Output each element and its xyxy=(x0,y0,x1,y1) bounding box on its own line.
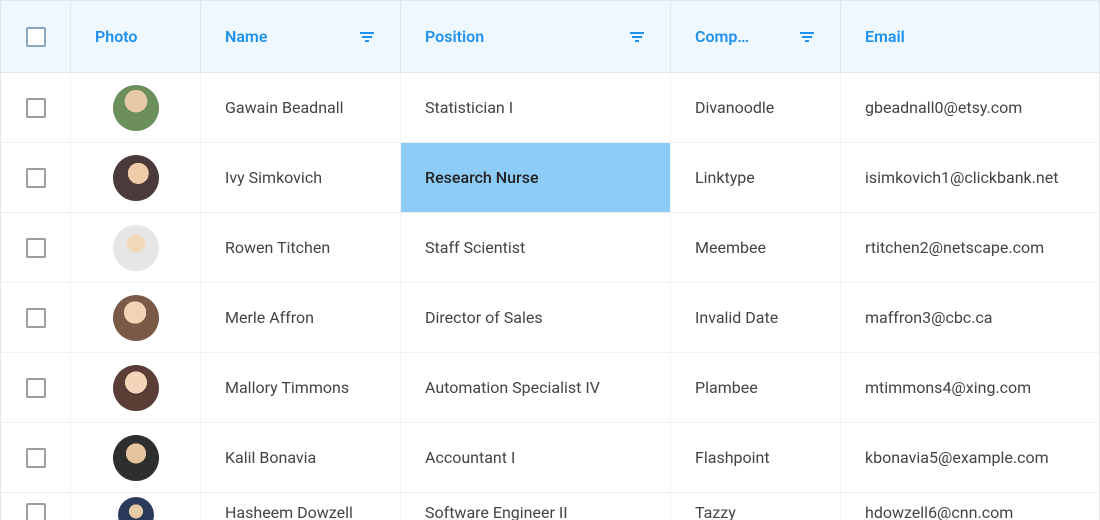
cell-name[interactable]: Kalil Bonavia xyxy=(201,423,401,492)
header-label-company: Comp… xyxy=(695,27,749,46)
header-label-email: Email xyxy=(865,27,905,46)
cell-email[interactable]: isimkovich1@clickbank.net xyxy=(841,143,1099,212)
cell-photo[interactable] xyxy=(71,423,201,492)
cell-photo[interactable] xyxy=(71,213,201,282)
header-position[interactable]: Position xyxy=(401,1,671,72)
row-checkbox[interactable] xyxy=(26,168,46,188)
table-row: Hasheem Dowzell Software Engineer II Taz… xyxy=(1,493,1099,520)
avatar xyxy=(113,435,159,481)
table-row: Ivy Simkovich Research Nurse Linktype is… xyxy=(1,143,1099,213)
cell-photo[interactable] xyxy=(71,283,201,352)
header-name[interactable]: Name xyxy=(201,1,401,72)
header-checkbox-cell xyxy=(1,1,71,72)
cell-photo[interactable] xyxy=(71,353,201,422)
cell-position[interactable]: Research Nurse xyxy=(401,143,671,212)
cell-company[interactable]: Linktype xyxy=(671,143,841,212)
table-row: Rowen Titchen Staff Scientist Meembee rt… xyxy=(1,213,1099,283)
cell-company[interactable]: Tazzy xyxy=(671,493,841,520)
row-checkbox[interactable] xyxy=(26,308,46,328)
row-checkbox-cell xyxy=(1,283,71,352)
table-row: Kalil Bonavia Accountant I Flashpoint kb… xyxy=(1,423,1099,493)
data-grid: Photo Name Position Comp… Email xyxy=(0,0,1100,520)
cell-position[interactable]: Accountant I xyxy=(401,423,671,492)
cell-company[interactable]: Flashpoint xyxy=(671,423,841,492)
cell-position[interactable]: Automation Specialist IV xyxy=(401,353,671,422)
cell-photo[interactable] xyxy=(71,493,201,520)
cell-photo[interactable] xyxy=(71,143,201,212)
cell-photo[interactable] xyxy=(71,73,201,142)
row-checkbox-cell xyxy=(1,73,71,142)
row-checkbox[interactable] xyxy=(26,448,46,468)
cell-name[interactable]: Rowen Titchen xyxy=(201,213,401,282)
header-photo[interactable]: Photo xyxy=(71,1,201,72)
cell-name[interactable]: Ivy Simkovich xyxy=(201,143,401,212)
row-checkbox[interactable] xyxy=(26,98,46,118)
cell-email[interactable]: gbeadnall0@etsy.com xyxy=(841,73,1099,142)
row-checkbox-cell xyxy=(1,423,71,492)
cell-email[interactable]: maffron3@cbc.ca xyxy=(841,283,1099,352)
header-label-photo: Photo xyxy=(95,27,137,46)
avatar xyxy=(113,225,159,271)
avatar xyxy=(113,295,159,341)
table-row: Merle Affron Director of Sales Invalid D… xyxy=(1,283,1099,353)
avatar xyxy=(113,155,159,201)
cell-name[interactable]: Merle Affron xyxy=(201,283,401,352)
row-checkbox-cell xyxy=(1,143,71,212)
cell-name[interactable]: Mallory Timmons xyxy=(201,353,401,422)
row-checkbox[interactable] xyxy=(26,238,46,258)
row-checkbox-cell xyxy=(1,213,71,282)
cell-position[interactable]: Software Engineer II xyxy=(401,493,671,520)
cell-name[interactable]: Gawain Beadnall xyxy=(201,73,401,142)
cell-company[interactable]: Divanoodle xyxy=(671,73,841,142)
header-label-name: Name xyxy=(225,27,267,46)
cell-email[interactable]: hdowzell6@cnn.com xyxy=(841,493,1099,520)
filter-icon[interactable] xyxy=(798,28,816,46)
grid-body: Gawain Beadnall Statistician I Divanoodl… xyxy=(1,73,1099,520)
select-all-checkbox[interactable] xyxy=(26,27,46,47)
cell-position[interactable]: Statistician I xyxy=(401,73,671,142)
cell-email[interactable]: rtitchen2@netscape.com xyxy=(841,213,1099,282)
row-checkbox[interactable] xyxy=(26,378,46,398)
header-email[interactable]: Email xyxy=(841,1,1099,72)
cell-name[interactable]: Hasheem Dowzell xyxy=(201,493,401,520)
avatar xyxy=(118,497,154,520)
cell-position[interactable]: Staff Scientist xyxy=(401,213,671,282)
header-label-position: Position xyxy=(425,27,484,46)
header-company[interactable]: Comp… xyxy=(671,1,841,72)
filter-icon[interactable] xyxy=(358,28,376,46)
table-row: Gawain Beadnall Statistician I Divanoodl… xyxy=(1,73,1099,143)
cell-email[interactable]: kbonavia5@example.com xyxy=(841,423,1099,492)
avatar xyxy=(113,365,159,411)
row-checkbox[interactable] xyxy=(26,503,46,520)
cell-company[interactable]: Meembee xyxy=(671,213,841,282)
cell-company[interactable]: Invalid Date xyxy=(671,283,841,352)
table-row: Mallory Timmons Automation Specialist IV… xyxy=(1,353,1099,423)
cell-company[interactable]: Plambee xyxy=(671,353,841,422)
row-checkbox-cell xyxy=(1,353,71,422)
row-checkbox-cell xyxy=(1,493,71,520)
avatar xyxy=(113,85,159,131)
cell-position[interactable]: Director of Sales xyxy=(401,283,671,352)
cell-email[interactable]: mtimmons4@xing.com xyxy=(841,353,1099,422)
header-row: Photo Name Position Comp… Email xyxy=(1,1,1099,73)
filter-icon[interactable] xyxy=(628,28,646,46)
